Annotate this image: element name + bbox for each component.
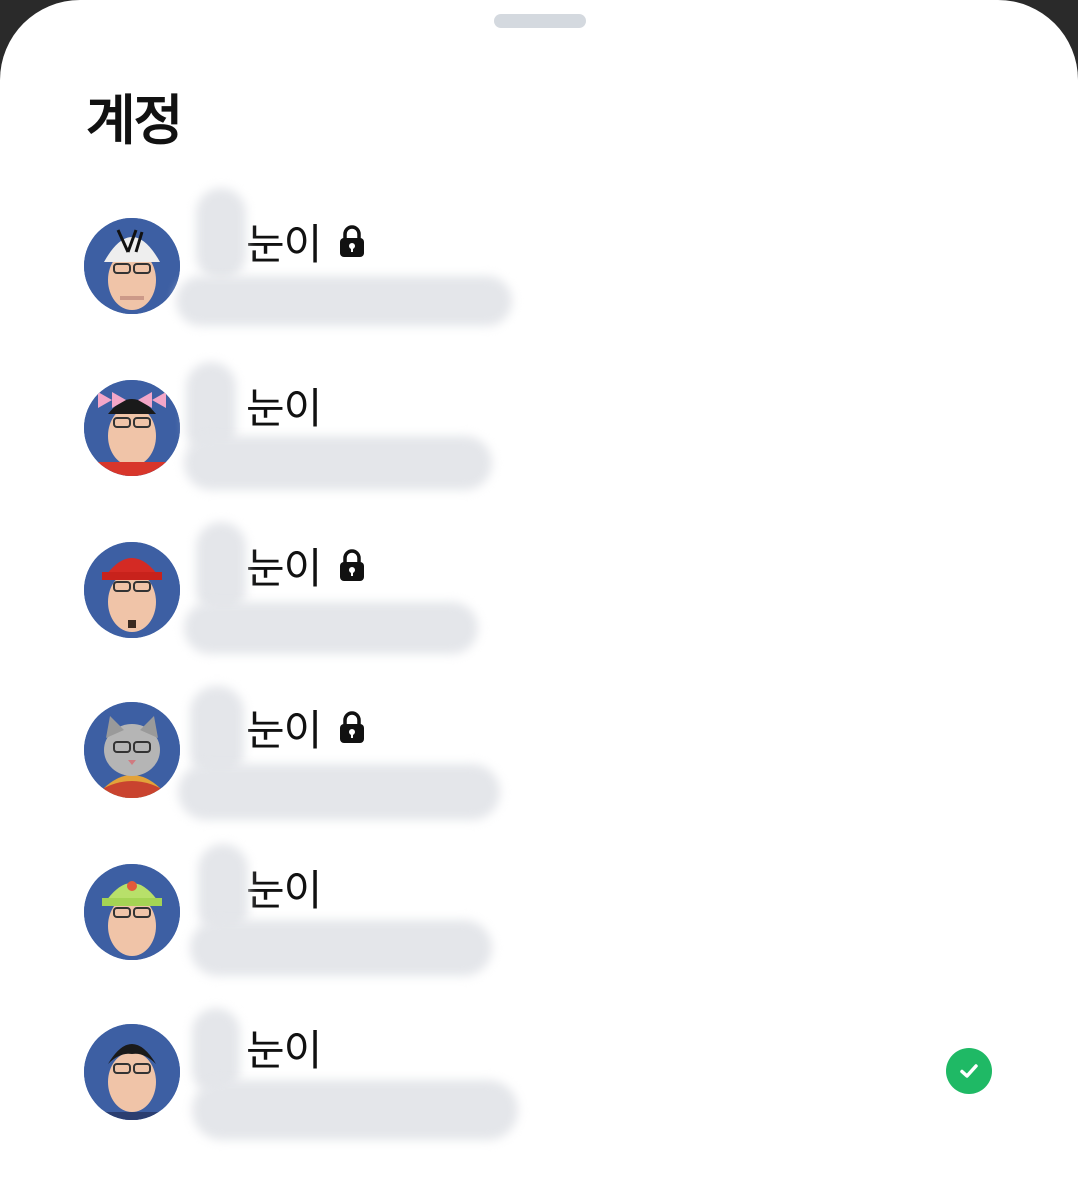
avatar-red-cap-icon — [84, 542, 180, 638]
account-row[interactable]: 눈이 — [0, 844, 1078, 976]
avatar-green-cap-icon — [84, 864, 180, 960]
account-name-row: 눈이 — [246, 540, 367, 593]
redaction-mark — [186, 362, 236, 454]
account-name-row: 눈이 — [246, 702, 367, 755]
redaction-mark — [196, 188, 246, 280]
avatar — [84, 380, 180, 476]
redaction-mark — [184, 602, 478, 654]
avatar-pink-bows-icon — [84, 380, 180, 476]
account-row[interactable]: 눈이 — [0, 1004, 1078, 1140]
account-name: 눈이 — [246, 543, 322, 593]
account-name: 눈이 — [246, 865, 322, 915]
account-row[interactable]: 눈이 — [0, 684, 1078, 820]
redaction-mark — [176, 276, 512, 326]
redaction-mark — [192, 1008, 240, 1094]
avatar — [84, 1024, 180, 1120]
redaction-mark — [192, 1080, 518, 1140]
avatar — [84, 542, 180, 638]
account-row[interactable]: 눈이 — [0, 522, 1078, 654]
avatar — [84, 218, 180, 314]
account-name: 눈이 — [246, 705, 322, 755]
account-row[interactable]: 눈이 — [0, 362, 1078, 492]
account-name: 눈이 — [246, 219, 322, 269]
lock-icon — [340, 711, 365, 743]
sheet-title: 계정 — [86, 89, 183, 152]
redaction-mark — [190, 920, 492, 976]
account-row[interactable]: 눈이 — [0, 188, 1078, 330]
redaction-mark — [190, 686, 244, 778]
account-name-row: 눈이 — [246, 380, 322, 433]
avatar-cat-face-icon — [84, 702, 180, 798]
account-name: 눈이 — [246, 1025, 322, 1075]
avatar — [84, 864, 180, 960]
account-name-row: 눈이 — [246, 216, 367, 269]
lock-icon — [340, 225, 365, 257]
avatar — [84, 702, 180, 798]
avatar-plain-icon — [84, 1024, 180, 1120]
redaction-mark — [178, 764, 500, 820]
redaction-mark — [196, 522, 246, 614]
account-name-row: 눈이 — [246, 1022, 322, 1075]
redaction-mark — [198, 844, 248, 934]
redaction-mark — [184, 436, 492, 490]
drag-handle[interactable] — [494, 14, 586, 28]
selected-check-icon — [946, 1048, 992, 1094]
account-switcher-sheet: 계정 눈이 눈이 눈이 눈이 눈이 눈이 — [0, 0, 1078, 1180]
lock-icon — [340, 549, 365, 581]
account-name-row: 눈이 — [246, 862, 322, 915]
account-name: 눈이 — [246, 383, 322, 433]
avatar-white-cap-icon — [84, 218, 180, 314]
